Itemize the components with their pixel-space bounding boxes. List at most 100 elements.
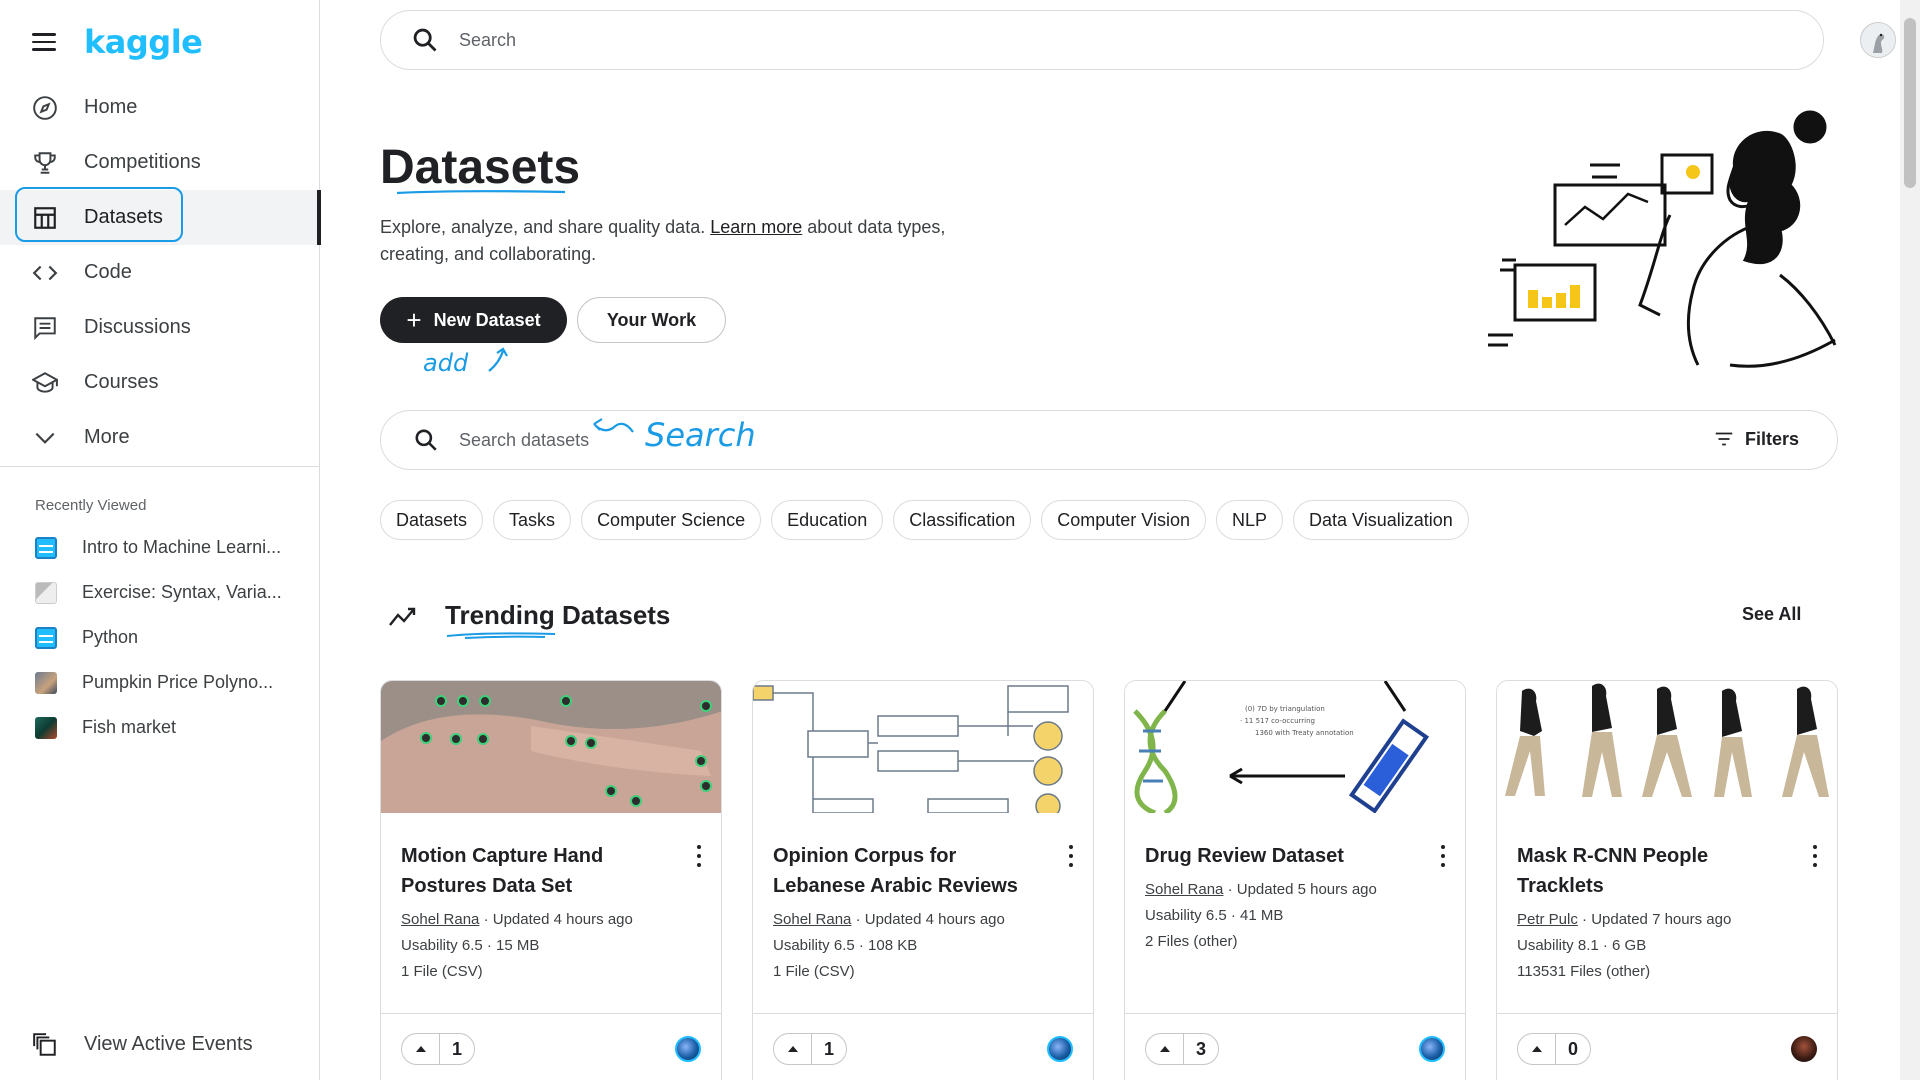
new-dataset-button[interactable]: + New Dataset: [380, 297, 567, 343]
recently-viewed-title: Recently Viewed: [35, 497, 147, 514]
chevron-down-icon: [32, 425, 58, 451]
author-link[interactable]: Sohel Rana: [773, 911, 851, 928]
comment-icon: [32, 315, 58, 341]
upvote-control: 1: [773, 1033, 847, 1065]
course-thumbnail: [35, 536, 57, 559]
new-dataset-label: New Dataset: [433, 309, 541, 330]
nav-item-discussions[interactable]: Discussions: [0, 300, 320, 355]
learn-more-link[interactable]: Learn more: [710, 217, 802, 237]
search-icon: [415, 429, 437, 451]
nav-label: Courses: [84, 371, 159, 393]
chip[interactable]: Datasets: [380, 500, 484, 540]
recent-item[interactable]: Intro to Machine Learni...: [0, 525, 320, 570]
dataset-card[interactable]: Mask R-CNN People Tracklets Petr Pulc · …: [1496, 680, 1838, 1080]
card-usability: Usability 6.5 · 41 MB: [1145, 907, 1284, 924]
nav-item-competitions[interactable]: Competitions: [0, 135, 320, 190]
chip[interactable]: NLP: [1215, 500, 1283, 540]
nav-item-datasets[interactable]: Datasets: [0, 190, 321, 245]
sidebar: kaggle Home Competitions Datasets Code D…: [0, 0, 321, 1080]
dataset-search-input[interactable]: [459, 429, 609, 451]
recent-item[interactable]: Pumpkin Price Polyno...: [0, 660, 320, 705]
card-usability: Usability 6.5 · 15 MB: [401, 937, 540, 954]
card-title[interactable]: Mask R-CNN People Tracklets: [1517, 841, 1787, 901]
nav-label: Discussions: [84, 316, 191, 338]
recently-viewed-list: Intro to Machine Learni... Exercise: Syn…: [0, 525, 320, 750]
card-usability: Usability 6.5 · 108 KB: [773, 937, 918, 954]
upvote-button[interactable]: [402, 1034, 440, 1064]
avatar[interactable]: [675, 1036, 701, 1062]
global-search-input[interactable]: [459, 29, 1659, 51]
chip[interactable]: Computer Science: [581, 500, 762, 540]
author-link[interactable]: Sohel Rana: [1145, 881, 1223, 898]
card-divider: [753, 1013, 1093, 1014]
card-files: 2 Files (other): [1145, 933, 1238, 950]
page-scrollbar[interactable]: [1900, 0, 1920, 1080]
recent-item[interactable]: Exercise: Syntax, Varia...: [0, 570, 320, 615]
filters-button[interactable]: Filters: [1713, 428, 1799, 450]
author-link[interactable]: Petr Pulc: [1517, 911, 1578, 928]
dataset-card[interactable]: Motion Capture Hand Postures Data Set So…: [380, 680, 722, 1080]
card-title[interactable]: Motion Capture Hand Postures Data Set: [401, 841, 671, 901]
global-search[interactable]: [380, 10, 1824, 70]
nav-item-courses[interactable]: Courses: [0, 355, 320, 410]
nav-label: View Active Events: [84, 1033, 253, 1055]
chip[interactable]: Computer Vision: [1041, 500, 1206, 540]
more-vert-icon[interactable]: [695, 845, 703, 867]
dataset-card[interactable]: Opinion Corpus for Lebanese Arabic Revie…: [752, 680, 1094, 1080]
more-vert-icon[interactable]: [1439, 845, 1447, 867]
your-work-button[interactable]: Your Work: [577, 297, 726, 343]
main-nav: Home Competitions Datasets Code Discussi…: [0, 80, 321, 465]
recent-item[interactable]: Python: [0, 615, 320, 660]
trophy-icon: [32, 150, 58, 176]
view-active-events[interactable]: View Active Events: [0, 1017, 320, 1072]
dataset-card[interactable]: (0) 7D by triangulation · 11 517 co-occur…: [1124, 680, 1466, 1080]
avatar[interactable]: [1419, 1036, 1445, 1062]
chip[interactable]: Data Visualization: [1293, 500, 1469, 540]
chip[interactable]: Education: [771, 500, 884, 540]
card-author-line: Sohel Rana · Updated 4 hours ago: [401, 911, 633, 928]
bottom-nav: View Active Events: [0, 1017, 320, 1072]
brand: kaggle: [30, 22, 203, 62]
card-files: 1 File (CSV): [401, 963, 483, 980]
card-title[interactable]: Drug Review Dataset: [1145, 841, 1415, 871]
more-vert-icon[interactable]: [1811, 845, 1819, 867]
see-all-link[interactable]: See All: [1742, 604, 1801, 625]
recent-item[interactable]: Fish market: [0, 705, 320, 750]
avatar[interactable]: [1791, 1036, 1817, 1062]
avatar[interactable]: [1047, 1036, 1073, 1062]
recent-item-label: Intro to Machine Learni...: [82, 537, 282, 557]
card-title[interactable]: Opinion Corpus for Lebanese Arabic Revie…: [773, 841, 1043, 901]
vote-count: 0: [1567, 1038, 1578, 1059]
search-annotation: Search: [645, 416, 756, 454]
desc-text: Explore, analyze, and share quality data…: [380, 217, 711, 237]
author-link[interactable]: Sohel Rana: [401, 911, 479, 928]
upvote-button[interactable]: [1518, 1034, 1556, 1064]
scrollbar-thumb[interactable]: [1904, 18, 1916, 188]
user-thumbnail: [35, 671, 57, 694]
nav-item-home[interactable]: Home: [0, 80, 320, 135]
chip[interactable]: Tasks: [493, 500, 572, 540]
upvote-button[interactable]: [774, 1034, 812, 1064]
card-files: 1 File (CSV): [773, 963, 855, 980]
category-chips: Datasets Tasks Computer Science Educatio…: [380, 500, 1469, 540]
more-vert-icon[interactable]: [1067, 845, 1075, 867]
upvote-control: 0: [1517, 1033, 1591, 1065]
card-usability: Usability 8.1 · 6 GB: [1517, 937, 1647, 954]
trending-icon: [389, 607, 416, 626]
upvote-control: 3: [1145, 1033, 1219, 1065]
nav-item-more[interactable]: More: [0, 410, 320, 465]
title-underline-annotation: [396, 190, 566, 195]
kaggle-logo[interactable]: kaggle: [84, 23, 203, 61]
upvote-button[interactable]: [1146, 1034, 1184, 1064]
menu-icon[interactable]: [30, 31, 58, 53]
caret-up-icon: [1159, 1046, 1170, 1052]
nav-label: More: [84, 426, 130, 448]
svg-text:1360 with Treaty annotation: 1360 with Treaty annotation: [1255, 729, 1354, 737]
updated-text: · Updated 7 hours ago: [1577, 911, 1732, 928]
updated-text: · Updated 5 hours ago: [1223, 881, 1377, 898]
add-annotation: add: [423, 349, 469, 377]
nav-item-code[interactable]: Code: [0, 245, 320, 300]
user-avatar[interactable]: [1860, 22, 1896, 58]
card-divider: [1497, 1013, 1837, 1014]
chip[interactable]: Classification: [893, 500, 1032, 540]
